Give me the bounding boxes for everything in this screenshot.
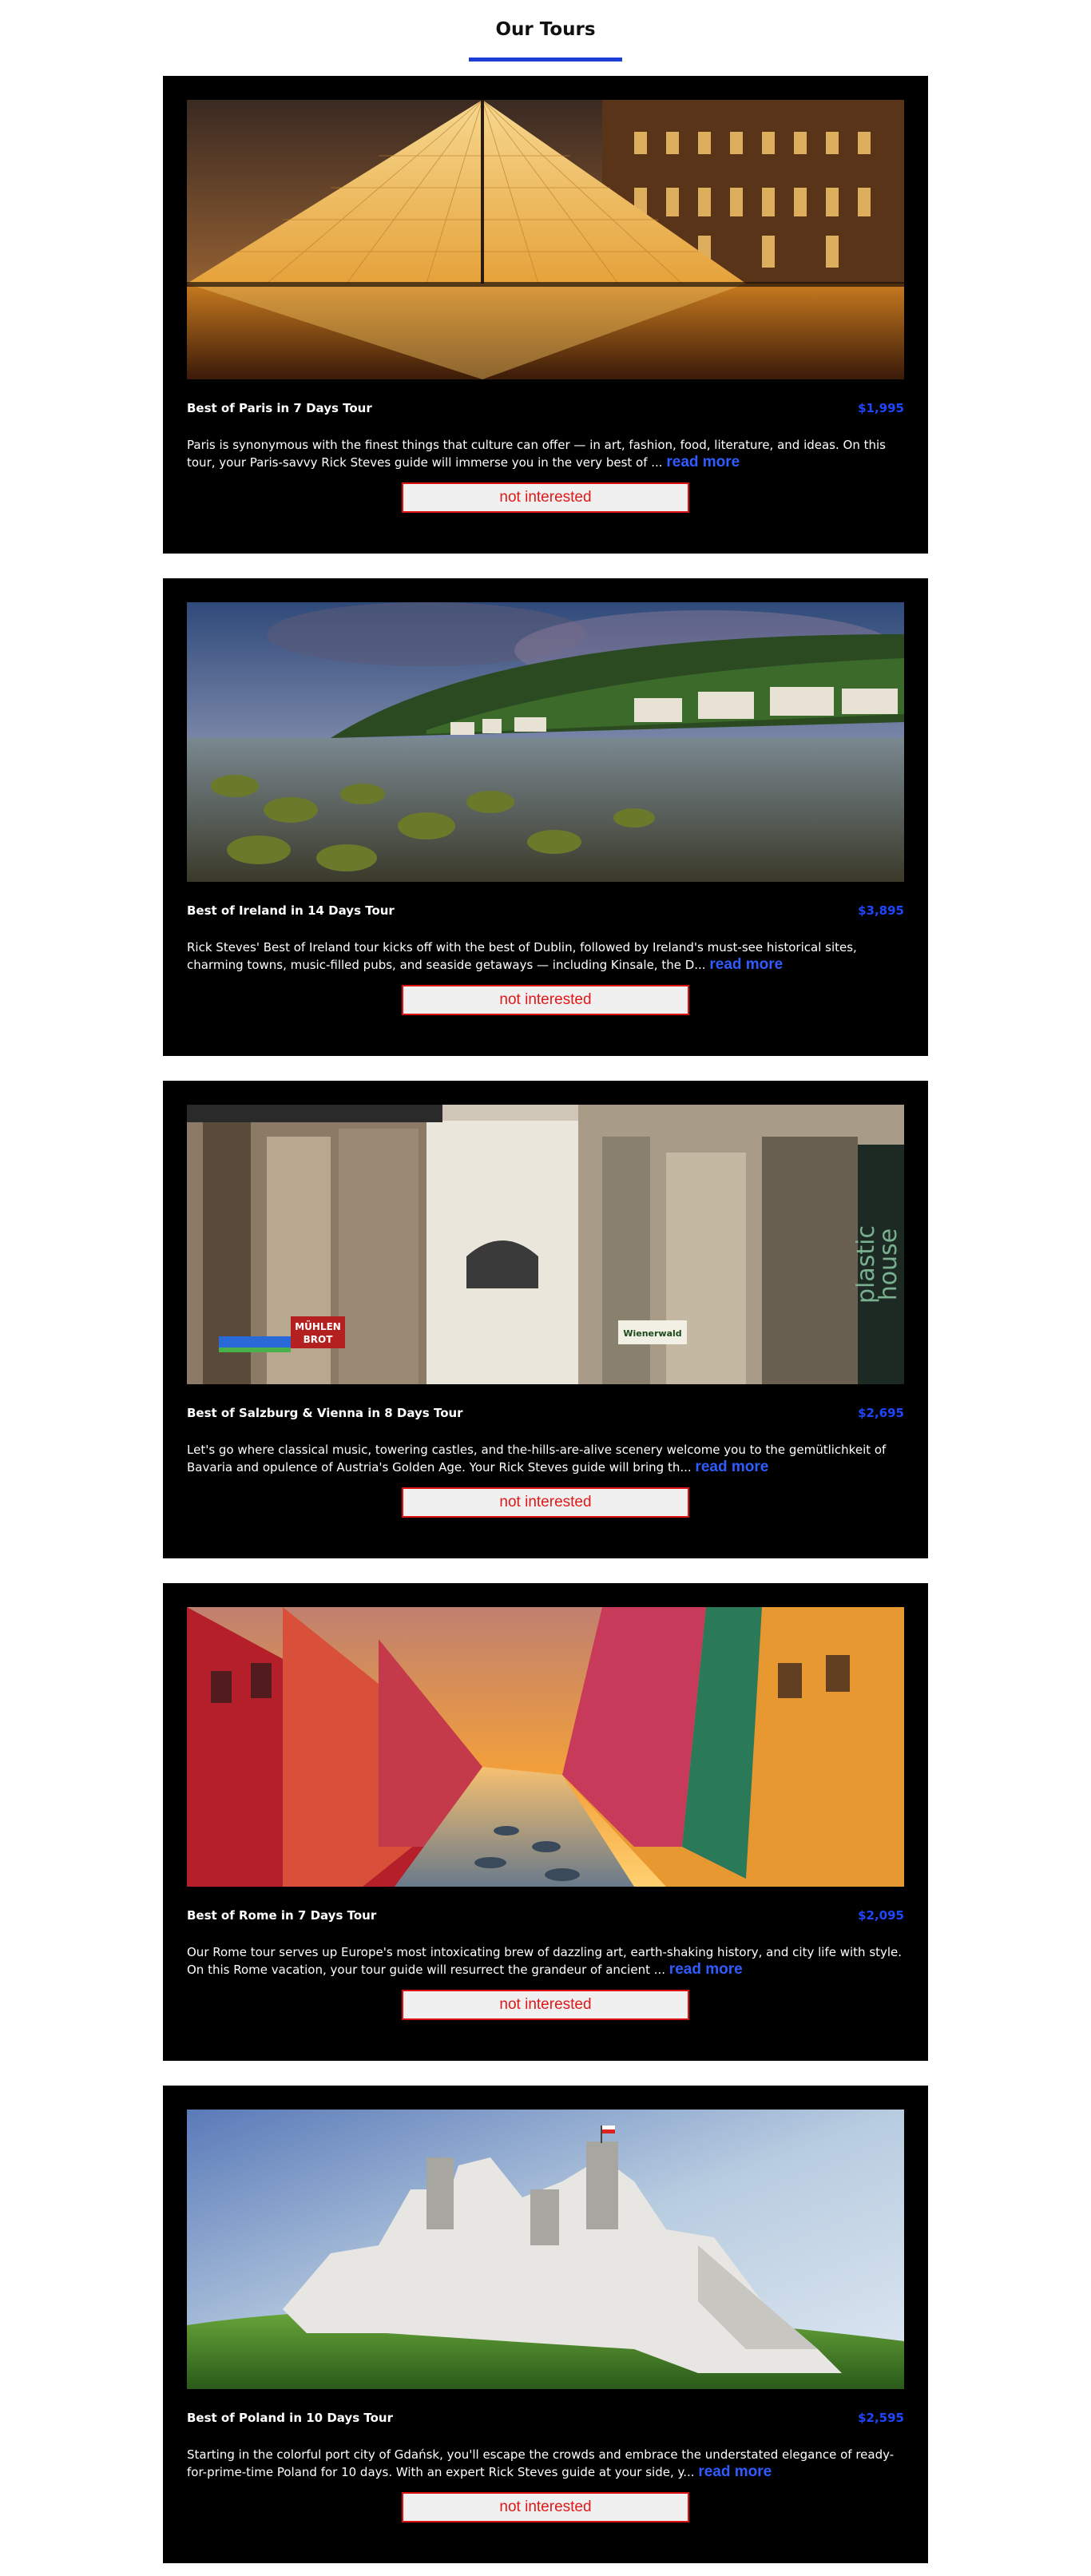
svg-text:MÜHLEN: MÜHLEN (295, 1320, 341, 1332)
tour-header: Best of Rome in 7 Days Tour $2,095 (187, 1907, 904, 1923)
svg-text:BROT: BROT (303, 1334, 334, 1345)
tour-image-ireland (187, 602, 904, 882)
tour-description: Starting in the colorful port city of Gd… (187, 2446, 904, 2481)
tour-header: Best of Salzburg & Vienna in 8 Days Tour… (187, 1405, 904, 1421)
read-more-link[interactable]: read more (666, 454, 740, 470)
svg-text:Wienerwald: Wienerwald (623, 1328, 681, 1339)
tour-description: Rick Steves' Best of Ireland tour kicks … (187, 939, 904, 974)
page-header: Our Tours (0, 16, 1091, 62)
tour-image-rome (187, 1607, 904, 1887)
tour-price: $3,895 (858, 903, 904, 918)
tour-price: $1,995 (858, 401, 904, 415)
tour-header: Best of Poland in 10 Days Tour $2,595 (187, 2410, 904, 2426)
tour-description-text: Let's go where classical music, towering… (187, 1443, 887, 1475)
tour-list: Best of Paris in 7 Days Tour $1,995 Pari… (0, 76, 1091, 2563)
tour-image-salzburg-vienna: MÜHLEN BROT Wienerwald plastic house (187, 1105, 904, 1384)
tour-image-poland (187, 2110, 904, 2389)
tour-card-poland: Best of Poland in 10 Days Tour $2,595 St… (163, 2086, 928, 2563)
read-more-link[interactable]: read more (669, 1961, 743, 1978)
button-row: not interested (187, 1990, 904, 2020)
tour-description: Paris is synonymous with the finest thin… (187, 436, 904, 471)
tour-name: Best of Rome in 7 Days Tour (187, 1908, 377, 1923)
tour-name: Best of Ireland in 14 Days Tour (187, 903, 395, 918)
svg-text:house: house (875, 1228, 903, 1300)
page-title: Our Tours (495, 19, 596, 40)
not-interested-button[interactable]: not interested (402, 985, 689, 1015)
tours-page: Our Tours Best of Paris in 7 Days Tour $… (0, 0, 1091, 2576)
read-more-link[interactable]: read more (695, 1459, 768, 1475)
button-row: not interested (187, 985, 904, 1015)
not-interested-button[interactable]: not interested (402, 2492, 689, 2522)
button-row: not interested (187, 2492, 904, 2522)
tour-price: $2,695 (858, 1406, 904, 1420)
tour-header: Best of Paris in 7 Days Tour $1,995 (187, 400, 904, 416)
tour-name: Best of Paris in 7 Days Tour (187, 401, 372, 415)
not-interested-button[interactable]: not interested (402, 1487, 689, 1518)
not-interested-button[interactable]: not interested (402, 1990, 689, 2020)
button-row: not interested (187, 1487, 904, 1518)
tour-name: Best of Salzburg & Vienna in 8 Days Tour (187, 1406, 463, 1420)
read-more-link[interactable]: read more (709, 956, 783, 973)
title-underline (469, 58, 622, 62)
button-row: not interested (187, 482, 904, 513)
tour-description: Let's go where classical music, towering… (187, 1441, 904, 1476)
not-interested-button[interactable]: not interested (402, 482, 689, 513)
tour-card-salzburg-vienna: MÜHLEN BROT Wienerwald plastic house Bes… (163, 1081, 928, 1558)
tour-description-text: Our Rome tour serves up Europe's most in… (187, 1945, 903, 1977)
tour-name: Best of Poland in 10 Days Tour (187, 2411, 393, 2425)
tour-card-rome: Best of Rome in 7 Days Tour $2,095 Our R… (163, 1583, 928, 2061)
tour-description: Our Rome tour serves up Europe's most in… (187, 1943, 904, 1979)
tour-card-ireland: Best of Ireland in 14 Days Tour $3,895 R… (163, 578, 928, 1056)
tour-description-text: Paris is synonymous with the finest thin… (187, 438, 886, 470)
tour-price: $2,595 (858, 2411, 904, 2425)
tour-card-paris: Best of Paris in 7 Days Tour $1,995 Pari… (163, 76, 928, 554)
tour-header: Best of Ireland in 14 Days Tour $3,895 (187, 903, 904, 919)
tour-description-text: Starting in the colorful port city of Gd… (187, 2447, 895, 2479)
tour-price: $2,095 (858, 1908, 904, 1923)
read-more-link[interactable]: read more (698, 2463, 772, 2480)
tour-image-paris (187, 100, 904, 379)
